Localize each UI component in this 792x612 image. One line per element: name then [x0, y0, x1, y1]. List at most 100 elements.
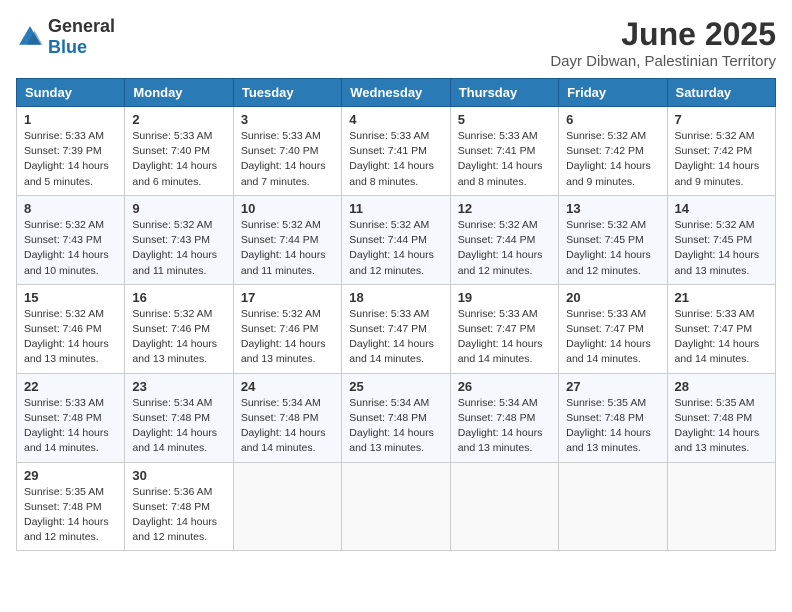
- sunrise: Sunrise: 5:32 AM: [132, 308, 212, 320]
- day-info: Sunrise: 5:35 AM Sunset: 7:48 PM Dayligh…: [566, 396, 659, 457]
- day-info: Sunrise: 5:33 AM Sunset: 7:39 PM Dayligh…: [24, 129, 117, 190]
- calendar-cell: 23 Sunrise: 5:34 AM Sunset: 7:48 PM Dayl…: [125, 373, 233, 462]
- daylight: Daylight: 14 hours and 12 minutes.: [132, 516, 217, 543]
- sunset: Sunset: 7:40 PM: [241, 145, 319, 157]
- daylight: Daylight: 14 hours and 9 minutes.: [566, 160, 651, 187]
- sunrise: Sunrise: 5:32 AM: [241, 219, 321, 231]
- calendar-week-3: 15 Sunrise: 5:32 AM Sunset: 7:46 PM Dayl…: [17, 284, 776, 373]
- calendar-cell: 13 Sunrise: 5:32 AM Sunset: 7:45 PM Dayl…: [559, 195, 667, 284]
- sunrise: Sunrise: 5:33 AM: [458, 130, 538, 142]
- day-info: Sunrise: 5:32 AM Sunset: 7:43 PM Dayligh…: [24, 218, 117, 279]
- day-number: 22: [24, 379, 117, 394]
- sunset: Sunset: 7:45 PM: [675, 234, 753, 246]
- day-info: Sunrise: 5:32 AM Sunset: 7:46 PM Dayligh…: [132, 307, 225, 368]
- day-number: 19: [458, 290, 551, 305]
- sunrise: Sunrise: 5:33 AM: [132, 130, 212, 142]
- daylight: Daylight: 14 hours and 14 minutes.: [349, 338, 434, 365]
- calendar-cell: 16 Sunrise: 5:32 AM Sunset: 7:46 PM Dayl…: [125, 284, 233, 373]
- sunset: Sunset: 7:43 PM: [24, 234, 102, 246]
- daylight: Daylight: 14 hours and 11 minutes.: [241, 249, 326, 276]
- sunset: Sunset: 7:48 PM: [241, 412, 319, 424]
- calendar-cell: 5 Sunrise: 5:33 AM Sunset: 7:41 PM Dayli…: [450, 107, 558, 196]
- day-info: Sunrise: 5:32 AM Sunset: 7:44 PM Dayligh…: [349, 218, 442, 279]
- daylight: Daylight: 14 hours and 14 minutes.: [458, 338, 543, 365]
- calendar-cell: 3 Sunrise: 5:33 AM Sunset: 7:40 PM Dayli…: [233, 107, 341, 196]
- sunset: Sunset: 7:46 PM: [24, 323, 102, 335]
- sunrise: Sunrise: 5:32 AM: [566, 219, 646, 231]
- day-number: 12: [458, 201, 551, 216]
- day-number: 25: [349, 379, 442, 394]
- sunset: Sunset: 7:48 PM: [24, 501, 102, 513]
- calendar-cell: 12 Sunrise: 5:32 AM Sunset: 7:44 PM Dayl…: [450, 195, 558, 284]
- calendar-body: 1 Sunrise: 5:33 AM Sunset: 7:39 PM Dayli…: [17, 107, 776, 551]
- daylight: Daylight: 14 hours and 13 minutes.: [675, 249, 760, 276]
- day-info: Sunrise: 5:33 AM Sunset: 7:48 PM Dayligh…: [24, 396, 117, 457]
- day-info: Sunrise: 5:32 AM Sunset: 7:46 PM Dayligh…: [24, 307, 117, 368]
- daylight: Daylight: 14 hours and 13 minutes.: [241, 338, 326, 365]
- sunrise: Sunrise: 5:33 AM: [24, 397, 104, 409]
- daylight: Daylight: 14 hours and 5 minutes.: [24, 160, 109, 187]
- calendar-cell: 6 Sunrise: 5:32 AM Sunset: 7:42 PM Dayli…: [559, 107, 667, 196]
- calendar-cell: 30 Sunrise: 5:36 AM Sunset: 7:48 PM Dayl…: [125, 462, 233, 551]
- day-number: 15: [24, 290, 117, 305]
- daylight: Daylight: 14 hours and 12 minutes.: [566, 249, 651, 276]
- sunrise: Sunrise: 5:34 AM: [349, 397, 429, 409]
- calendar-header-sunday: Sunday: [17, 79, 125, 107]
- calendar-cell: [233, 462, 341, 551]
- daylight: Daylight: 14 hours and 13 minutes.: [24, 338, 109, 365]
- logo: General Blue: [16, 16, 115, 58]
- sunset: Sunset: 7:43 PM: [132, 234, 210, 246]
- day-number: 7: [675, 112, 768, 127]
- daylight: Daylight: 14 hours and 12 minutes.: [24, 516, 109, 543]
- calendar-cell: 18 Sunrise: 5:33 AM Sunset: 7:47 PM Dayl…: [342, 284, 450, 373]
- calendar-cell: 20 Sunrise: 5:33 AM Sunset: 7:47 PM Dayl…: [559, 284, 667, 373]
- sunset: Sunset: 7:46 PM: [132, 323, 210, 335]
- day-number: 2: [132, 112, 225, 127]
- calendar-cell: 21 Sunrise: 5:33 AM Sunset: 7:47 PM Dayl…: [667, 284, 775, 373]
- calendar-week-5: 29 Sunrise: 5:35 AM Sunset: 7:48 PM Dayl…: [17, 462, 776, 551]
- day-info: Sunrise: 5:33 AM Sunset: 7:47 PM Dayligh…: [675, 307, 768, 368]
- day-info: Sunrise: 5:35 AM Sunset: 7:48 PM Dayligh…: [675, 396, 768, 457]
- day-info: Sunrise: 5:34 AM Sunset: 7:48 PM Dayligh…: [349, 396, 442, 457]
- sunrise: Sunrise: 5:35 AM: [24, 486, 104, 498]
- calendar-table: SundayMondayTuesdayWednesdayThursdayFrid…: [16, 78, 776, 551]
- sunset: Sunset: 7:47 PM: [675, 323, 753, 335]
- day-number: 16: [132, 290, 225, 305]
- sunrise: Sunrise: 5:32 AM: [349, 219, 429, 231]
- sunrise: Sunrise: 5:34 AM: [458, 397, 538, 409]
- day-info: Sunrise: 5:34 AM Sunset: 7:48 PM Dayligh…: [132, 396, 225, 457]
- day-number: 17: [241, 290, 334, 305]
- calendar-cell: 8 Sunrise: 5:32 AM Sunset: 7:43 PM Dayli…: [17, 195, 125, 284]
- sunrise: Sunrise: 5:33 AM: [24, 130, 104, 142]
- sunrise: Sunrise: 5:33 AM: [458, 308, 538, 320]
- day-number: 29: [24, 468, 117, 483]
- sunset: Sunset: 7:44 PM: [241, 234, 319, 246]
- month-title: June 2025: [550, 16, 776, 53]
- logo-icon: [16, 23, 44, 51]
- day-number: 11: [349, 201, 442, 216]
- daylight: Daylight: 14 hours and 11 minutes.: [132, 249, 217, 276]
- sunrise: Sunrise: 5:32 AM: [24, 219, 104, 231]
- daylight: Daylight: 14 hours and 7 minutes.: [241, 160, 326, 187]
- location-title: Dayr Dibwan, Palestinian Territory: [550, 53, 776, 70]
- calendar-cell: 9 Sunrise: 5:32 AM Sunset: 7:43 PM Dayli…: [125, 195, 233, 284]
- day-number: 14: [675, 201, 768, 216]
- day-number: 21: [675, 290, 768, 305]
- calendar-header-friday: Friday: [559, 79, 667, 107]
- sunrise: Sunrise: 5:32 AM: [675, 130, 755, 142]
- daylight: Daylight: 14 hours and 6 minutes.: [132, 160, 217, 187]
- sunset: Sunset: 7:42 PM: [566, 145, 644, 157]
- sunrise: Sunrise: 5:32 AM: [675, 219, 755, 231]
- day-number: 30: [132, 468, 225, 483]
- daylight: Daylight: 14 hours and 13 minutes.: [349, 427, 434, 454]
- day-number: 8: [24, 201, 117, 216]
- daylight: Daylight: 14 hours and 10 minutes.: [24, 249, 109, 276]
- day-info: Sunrise: 5:33 AM Sunset: 7:41 PM Dayligh…: [458, 129, 551, 190]
- sunrise: Sunrise: 5:32 AM: [458, 219, 538, 231]
- sunset: Sunset: 7:44 PM: [349, 234, 427, 246]
- calendar-header-row: SundayMondayTuesdayWednesdayThursdayFrid…: [17, 79, 776, 107]
- daylight: Daylight: 14 hours and 12 minutes.: [349, 249, 434, 276]
- daylight: Daylight: 14 hours and 14 minutes.: [675, 338, 760, 365]
- day-info: Sunrise: 5:36 AM Sunset: 7:48 PM Dayligh…: [132, 485, 225, 546]
- calendar-cell: 24 Sunrise: 5:34 AM Sunset: 7:48 PM Dayl…: [233, 373, 341, 462]
